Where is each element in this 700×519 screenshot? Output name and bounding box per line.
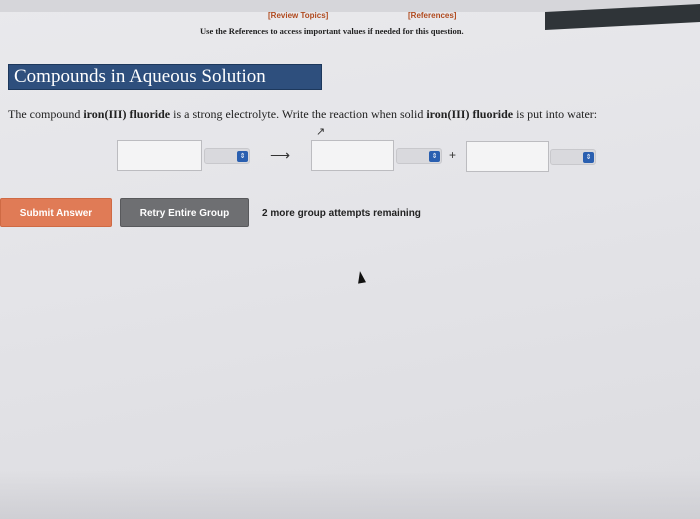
up-down-arrows-icon[interactable]: ⇕: [429, 151, 440, 162]
up-down-arrows-icon[interactable]: ⇕: [237, 151, 248, 162]
compound-name-1: iron(III) fluoride: [83, 107, 171, 121]
retry-entire-group-button[interactable]: Retry Entire Group: [120, 198, 249, 227]
up-down-arrows-icon[interactable]: ⇕: [583, 152, 594, 163]
header-dark-band: [545, 3, 700, 31]
product1-formula-input[interactable]: [311, 140, 394, 171]
review-topics-link[interactable]: [Review Topics]: [268, 11, 328, 20]
reaction-arrow: ⟶: [270, 147, 291, 163]
section-title: Compounds in Aqueous Solution: [8, 64, 322, 90]
question-part1: The compound: [8, 107, 84, 121]
plus-sign: +: [449, 148, 457, 162]
bottom-shadow: [0, 470, 700, 519]
reactant-state-select[interactable]: ⇕: [204, 148, 250, 164]
submit-answer-button[interactable]: Submit Answer: [0, 198, 112, 227]
product2-formula-input[interactable]: [466, 141, 549, 172]
product1-state-select[interactable]: ⇕: [396, 148, 442, 164]
question-part3: is put into water:: [513, 107, 598, 121]
pen-mark-icon: ↗: [316, 126, 326, 138]
attempts-remaining-text: 2 more group attempts remaining: [262, 208, 421, 219]
question-text: The compound iron(III) fluoride is a str…: [8, 107, 597, 122]
mouse-pointer-icon: [356, 270, 366, 284]
compound-name-2: iron(III) fluoride: [426, 107, 514, 121]
top-toolbar-strip: [0, 0, 700, 31]
product2-state-select[interactable]: ⇕: [550, 149, 596, 165]
references-instructions: Use the References to access important v…: [200, 26, 464, 36]
references-link[interactable]: [References]: [408, 11, 456, 20]
question-part2: is a strong electrolyte. Write the react…: [170, 107, 427, 121]
reactant-formula-input[interactable]: [117, 140, 202, 171]
